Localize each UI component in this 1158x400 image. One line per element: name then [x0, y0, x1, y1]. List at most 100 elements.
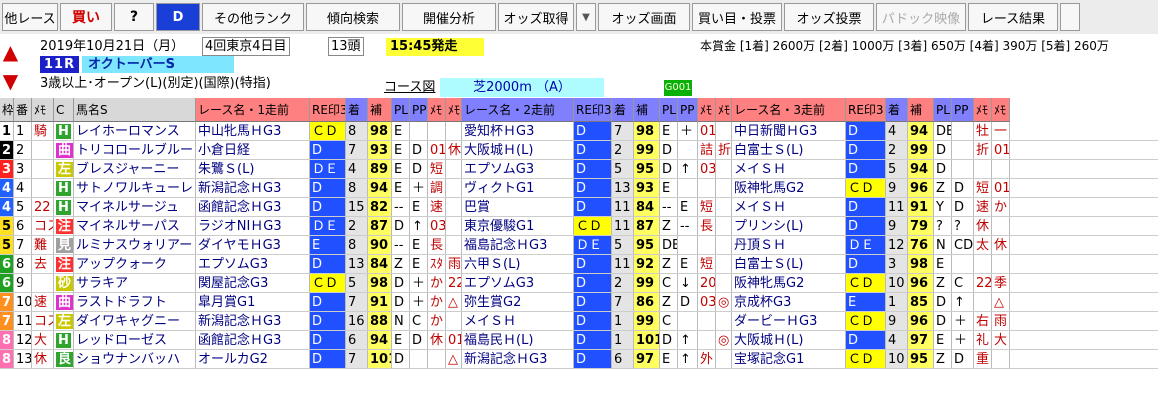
cell-レース名・1走前: ダイヤモＨG3: [196, 236, 310, 255]
toolbar-button-3[interactable]: D: [156, 3, 200, 31]
toolbar-button-0[interactable]: 他レース: [2, 3, 58, 31]
toolbar-button-2[interactable]: ?: [114, 3, 154, 31]
toolbar-button-4[interactable]: その他ランク: [202, 3, 304, 31]
column-header-0[interactable]: 枠: [0, 98, 14, 122]
cell-C: H: [54, 122, 74, 141]
cell-RE印3: D: [310, 312, 346, 331]
toolbar-button-9[interactable]: オッズ画面: [598, 3, 690, 31]
toolbar-button-14[interactable]: [1060, 3, 1080, 31]
cell-PL: D: [392, 217, 410, 236]
column-header-21[interactable]: レース名・3走前: [732, 98, 846, 122]
table-row[interactable]: 7 10 速曲ラストドラフト 皐月賞G1 D 7 91 D ＋か △ 弥生賞G2 D 7 86 Z D 03 ◎ 京…: [0, 293, 1158, 312]
cell-レース名・2走前: 弥生賞G2: [462, 293, 574, 312]
horse-mark-badge: 曲: [56, 295, 73, 310]
cell-PP: ＋: [678, 122, 698, 141]
column-header-8[interactable]: 補: [368, 98, 392, 122]
column-header-4[interactable]: 馬名S: [74, 98, 196, 122]
table-row[interactable]: 56コス注マイネルサーパスラジオNIＨG3ＤＥ287D↑03東京優駿G1ＣＤ11…: [0, 217, 1158, 236]
cell-補: 91: [908, 198, 934, 217]
course-map-link[interactable]: コース図: [384, 78, 435, 97]
cell-RE印3: D: [574, 160, 612, 179]
cell-補: 87: [634, 217, 660, 236]
cell-C: 注: [54, 217, 74, 236]
column-header-1[interactable]: 番: [14, 98, 32, 122]
cell-RE印3: D: [574, 350, 612, 369]
column-header-12[interactable]: ﾒﾓ: [446, 98, 462, 122]
cell-ﾒﾓ: [716, 198, 732, 217]
table-row[interactable]: 812大Hレッドローゼス函館記念ＨG3D694ED休01福島民Ｈ(L)D1101…: [0, 331, 1158, 350]
cell-PP: ＋: [410, 179, 428, 198]
cell-着: 10: [886, 350, 908, 369]
column-header-17[interactable]: PL: [660, 98, 678, 122]
cell-ﾒﾓ: 短: [698, 255, 716, 274]
cell-PP: ↓: [678, 274, 698, 293]
prev-race-arrow-icon[interactable]: ▲: [2, 38, 19, 66]
toolbar-button-13[interactable]: レース結果: [968, 3, 1058, 31]
cell-ﾒﾓ: 01: [446, 331, 462, 350]
column-header-26[interactable]: PP: [952, 98, 974, 122]
table-row[interactable]: 711コス左ダイワキャグニー新潟記念ＨG3D1688NCかメイＳＨD199Cダー…: [0, 312, 1158, 331]
cell-ﾒﾓ: 外: [698, 350, 716, 369]
column-header-10[interactable]: PP: [410, 98, 428, 122]
cell-PL: D: [392, 274, 410, 293]
cell-RE印3: ＤＥ: [574, 236, 612, 255]
toolbar-button-12[interactable]: パドック映像: [876, 3, 966, 31]
cell-PP: E: [410, 198, 428, 217]
column-header-27[interactable]: ﾒﾓ: [974, 98, 992, 122]
column-header-28[interactable]: ﾒﾓ: [992, 98, 1010, 122]
cell-レース名・2走前: 巴賞: [462, 198, 574, 217]
column-header-5[interactable]: レース名・1走前: [196, 98, 310, 122]
column-header-19[interactable]: ﾒﾓ: [698, 98, 716, 122]
column-header-7[interactable]: 着: [346, 98, 368, 122]
column-header-13[interactable]: レース名・2走前: [462, 98, 574, 122]
column-header-24[interactable]: 補: [908, 98, 934, 122]
column-header-22[interactable]: RE印3: [846, 98, 886, 122]
cell-補: 98: [368, 274, 392, 293]
table-row[interactable]: 6 8 去注アップクォーク エプソムG3 D 13 84 Z E ｽﾀ雨六甲Ｓ(L) D 11 92 Z E…: [0, 255, 1158, 274]
column-header-25[interactable]: PL: [934, 98, 952, 122]
cell-PL: D: [934, 141, 952, 160]
cell-着: 2: [346, 217, 368, 236]
cell-ﾒﾓ: 牡: [974, 122, 992, 141]
cell-ﾒﾓ: 折: [718, 141, 732, 160]
toolbar-button-8[interactable]: ▼: [576, 3, 596, 31]
cell-ﾒﾓ: 太: [974, 236, 992, 255]
column-header-3[interactable]: C: [54, 98, 74, 122]
table-row[interactable]: 3 3 左ブレスジャーニー 朱鷺Ｓ(L) ＤＥ 4 89 E D 短エプソムG3 D 5 95 D ↑ 03 メ…: [0, 160, 1158, 179]
column-header-20[interactable]: ﾒﾓ: [716, 98, 732, 122]
table-row[interactable]: 4 4 H サトノワルキューレ 新潟記念ＨG3 D 8 94 E ＋調ヴィクトG1 D 13 93 E 阪神…: [0, 179, 1158, 198]
column-header-2[interactable]: ﾒﾓ: [32, 98, 54, 122]
column-header-15[interactable]: 着: [612, 98, 634, 122]
cell-PL: D: [660, 141, 678, 160]
next-race-arrow-icon[interactable]: ▼: [2, 67, 19, 95]
table-row[interactable]: 5 7 難見ルミナスウォリアー ダイヤモＨG3 E 8 90 -- E 長福島記念ＨG3 ＤＥ 5 95…: [0, 236, 1158, 255]
cell-ﾒﾓ: 03: [700, 160, 716, 179]
cell-PL: E: [392, 160, 410, 179]
column-header-18[interactable]: PP: [678, 98, 698, 122]
toolbar-button-7[interactable]: オッズ取得: [498, 3, 574, 31]
table-row[interactable]: 4 5 22 H マイネルサージュ 函館記念ＨG3 D 15 82 -- E 速巴賞 D 11 84 -- E 短…: [0, 198, 1158, 217]
table-row[interactable]: 813休良ショウナンバッハオールカG2D7101D△新潟記念ＨG3D697E↑外…: [0, 350, 1158, 369]
column-header-14[interactable]: RE印3: [574, 98, 612, 122]
cell-ﾒﾓ: 03: [700, 293, 716, 312]
cell-レース名・2走前: 愛知杯ＨG3: [462, 122, 574, 141]
column-header-6[interactable]: RE印3: [310, 98, 346, 122]
column-header-23[interactable]: 着: [886, 98, 908, 122]
toolbar-button-5[interactable]: 傾向検索: [306, 3, 400, 31]
table-row[interactable]: 1 1 騎 H レイホーロマンス 中山牝馬ＨG3 ＣＤ 8 98 E 愛知杯ＨG3 D 7 98 E ＋ 01 中…: [0, 122, 1158, 141]
cell-ﾒﾓ: 大: [32, 331, 54, 350]
toolbar-button-11[interactable]: オッズ投票: [784, 3, 874, 31]
cell-ﾒﾓ: [446, 179, 462, 198]
cell-レース名・2走前: 東京優駿G1: [462, 217, 574, 236]
cell-番: 7: [14, 236, 32, 255]
column-header-9[interactable]: PL: [392, 98, 410, 122]
column-header-11[interactable]: ﾒﾓ: [428, 98, 446, 122]
table-row[interactable]: 69砂サラキア関屋記念G3ＣＤ598D＋か22エプソムG3D299C↓20阪神牝…: [0, 274, 1158, 293]
cell-RE印3: ＣＤ: [574, 217, 612, 236]
cell-ﾒﾓ: [446, 198, 462, 217]
toolbar-button-6[interactable]: 開催分析: [402, 3, 496, 31]
toolbar-button-10[interactable]: 買い目・投票: [692, 3, 782, 31]
table-row[interactable]: 2 2 曲トリコロールブルー 小倉日経 D 7 93 E D 01 休大阪城Ｈ(L) D 2 99 D 詰折白…: [0, 141, 1158, 160]
column-header-16[interactable]: 補: [634, 98, 660, 122]
toolbar-button-1[interactable]: 買い: [60, 3, 112, 31]
